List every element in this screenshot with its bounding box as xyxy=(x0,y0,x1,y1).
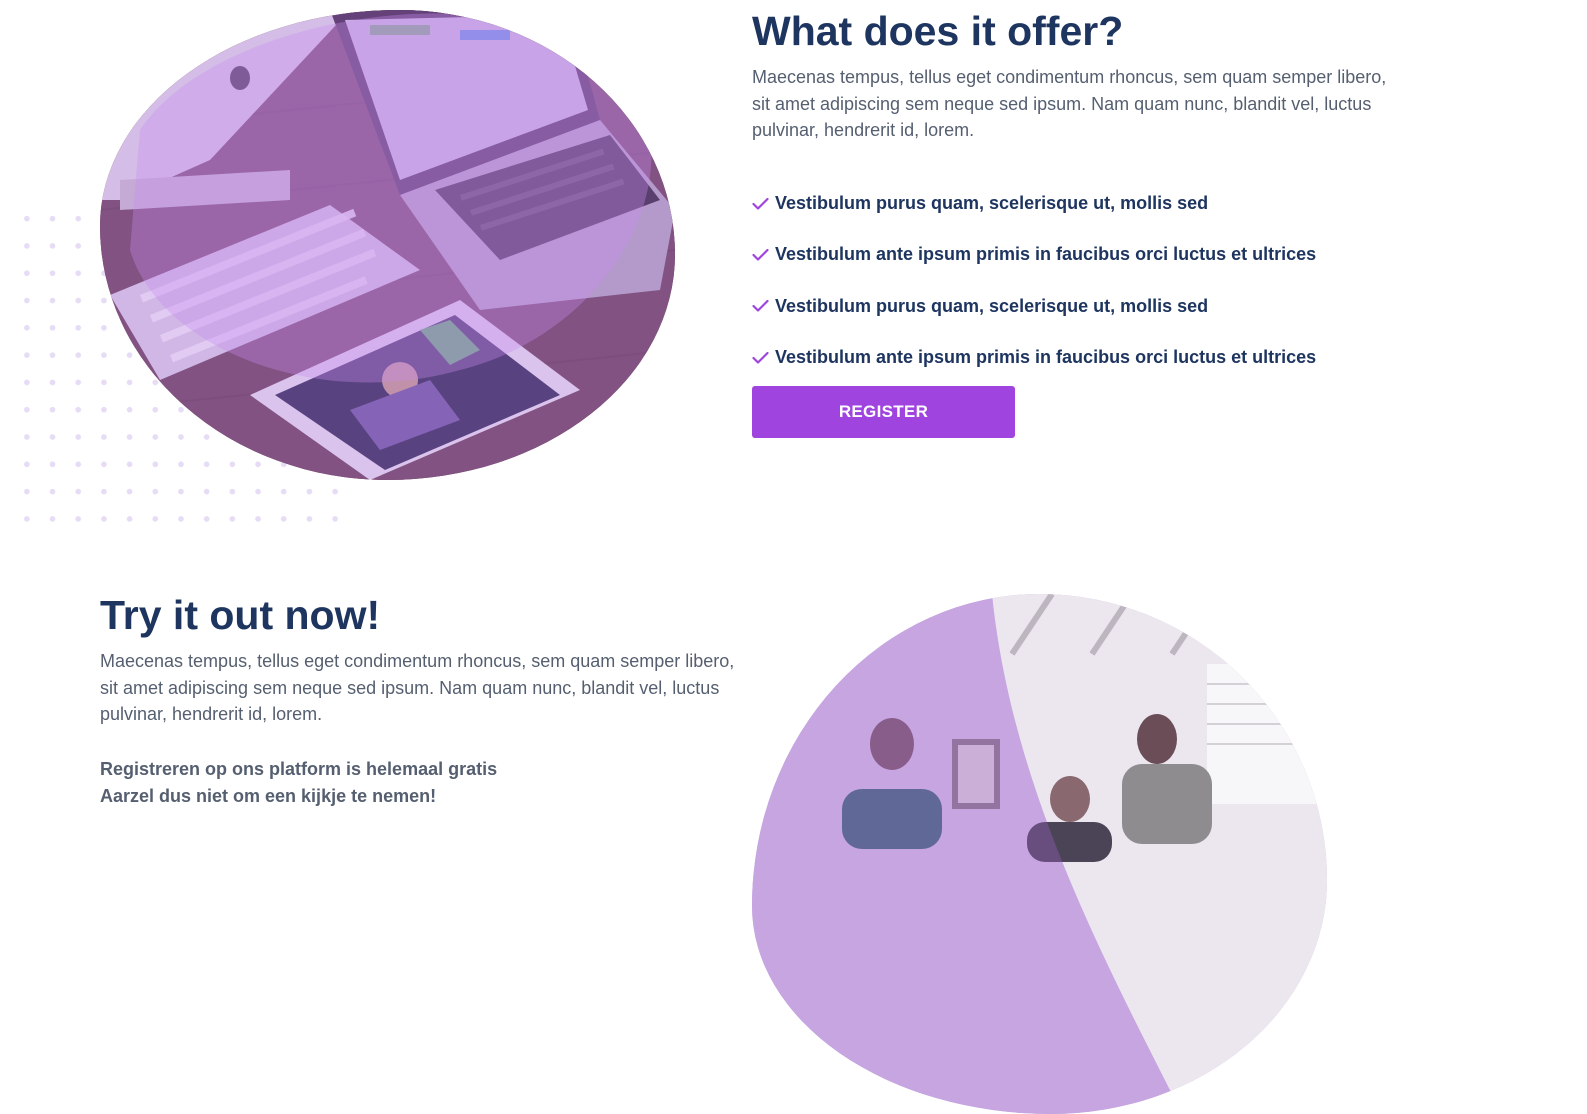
check-icon xyxy=(752,300,769,312)
feature-item: Vestibulum ante ipsum primis in faucibus… xyxy=(752,229,1316,280)
devices-photo xyxy=(100,10,675,480)
free-registration-note: Registreren op ons platform is helemaal … xyxy=(100,756,497,809)
section-heading-try: Try it out now! xyxy=(100,592,381,638)
team-photo xyxy=(752,594,1327,1114)
offer-description: Maecenas tempus, tellus eget condimentum… xyxy=(752,67,1387,141)
section-heading-offer: What does it offer? xyxy=(752,8,1124,54)
register-button[interactable]: REGISTER xyxy=(752,386,1015,438)
feature-label: Vestibulum ante ipsum primis in faucibus… xyxy=(775,244,1317,265)
free-note-line-1: Registreren op ons platform is helemaal … xyxy=(100,759,498,779)
check-icon xyxy=(752,351,769,364)
check-icon xyxy=(752,248,769,261)
try-description: Maecenas tempus, tellus eget condimentum… xyxy=(100,651,735,725)
free-note-line-2: Aarzel dus niet om een kijkje te nemen! xyxy=(100,785,437,806)
feature-label: Vestibulum purus quam, scelerisque ut, m… xyxy=(775,295,1209,316)
feature-item: Vestibulum purus quam, scelerisque ut, m… xyxy=(752,178,1316,229)
check-icon xyxy=(752,197,769,210)
feature-label: Vestibulum purus quam, scelerisque ut, m… xyxy=(775,193,1209,214)
feature-label: Vestibulum ante ipsum primis in faucibus… xyxy=(775,347,1317,368)
feature-item: Vestibulum purus quam, scelerisque ut, m… xyxy=(752,281,1316,332)
feature-item: Vestibulum ante ipsum primis in faucibus… xyxy=(752,332,1316,383)
feature-list: Vestibulum purus quam, scelerisque ut, m… xyxy=(752,178,1316,383)
